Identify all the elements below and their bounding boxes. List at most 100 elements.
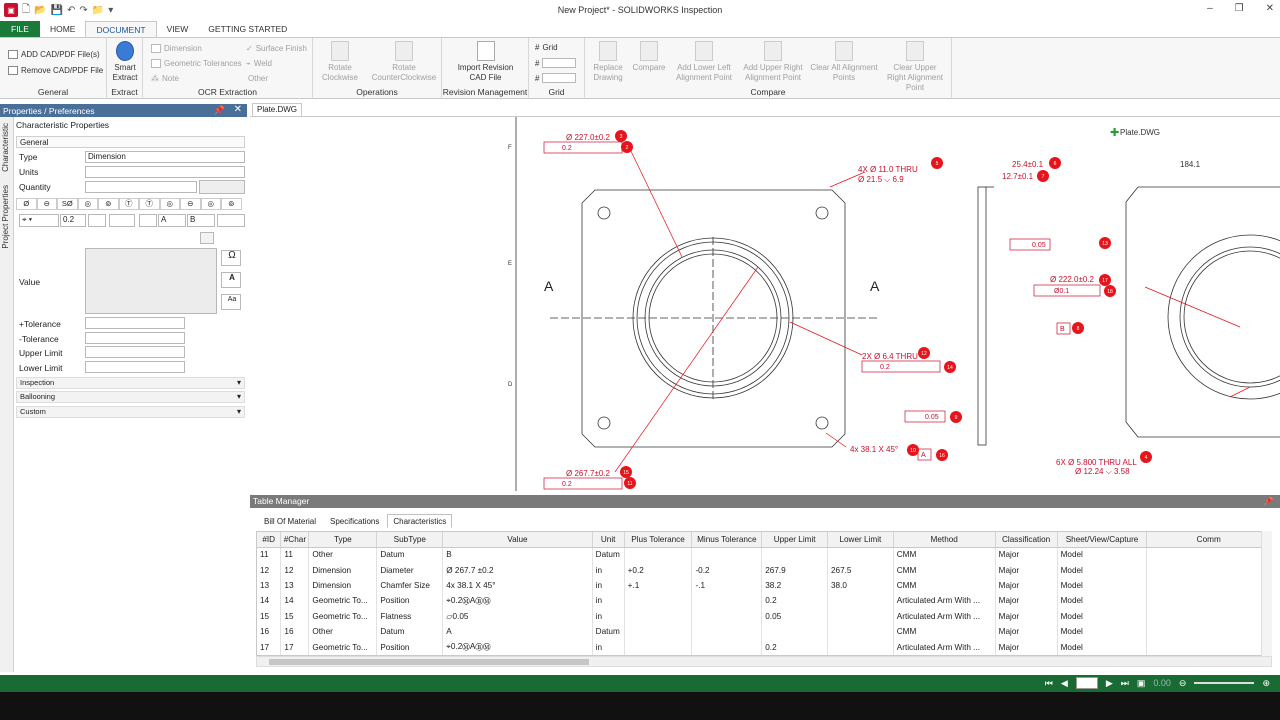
tab-project-properties[interactable]: Project Properties [1, 185, 10, 249]
table-cell[interactable] [624, 547, 693, 563]
save-icon[interactable]: 💾 [51, 5, 63, 16]
table-cell[interactable]: Ø 267.7 ±0.2 [442, 562, 593, 578]
table-cell[interactable] [624, 623, 693, 640]
pin-icon[interactable]: 📌 [214, 105, 225, 116]
table-cell[interactable]: CMM [893, 577, 996, 594]
add-lower-left-button[interactable]: Add Lower Left Alignment Point [673, 41, 735, 83]
symbol-button[interactable]: ⊖ [180, 198, 201, 210]
tab-bill-of-material[interactable]: Bill Of Material [258, 514, 322, 528]
dim-text[interactable]: 4X Ø 11.0 THRU [858, 165, 918, 174]
import-revision-button[interactable]: Import Revision CAD File [452, 41, 519, 83]
compare-button[interactable]: Compare [631, 41, 667, 73]
table-cell[interactable]: 17 [257, 639, 282, 655]
table-row[interactable]: 16 16 Other Datum A Datum CMM Major Model [257, 623, 1271, 640]
table-cell[interactable]: +0.2 [624, 562, 693, 578]
edit-icon[interactable] [200, 232, 214, 244]
column-header[interactable]: Sheet/View/Capture [1057, 532, 1148, 548]
table-cell[interactable]: 16 [280, 623, 310, 640]
value-field[interactable] [85, 248, 217, 314]
table-cell[interactable] [827, 608, 894, 624]
minus-tol-field[interactable] [85, 332, 185, 344]
table-cell[interactable]: Model [1057, 593, 1148, 609]
column-header[interactable]: Value [442, 532, 593, 548]
fit-icon[interactable]: ▣ [1137, 678, 1146, 689]
table-cell[interactable]: ⌖0.2ⓂAⒷⓂ [442, 593, 593, 609]
dim-text[interactable]: 25.4±0.1 [1012, 160, 1044, 169]
table-cell[interactable]: Major [995, 547, 1058, 563]
table-cell[interactable]: Model [1057, 547, 1148, 563]
table-cell[interactable] [691, 593, 763, 609]
omega-icon[interactable]: Ω [221, 250, 241, 266]
zoom-slider[interactable] [1194, 682, 1255, 684]
table-cell[interactable]: 16 [257, 623, 282, 640]
table-cell[interactable] [624, 608, 693, 624]
calculator-button[interactable] [199, 180, 245, 194]
column-header[interactable]: Upper Limit [761, 532, 828, 548]
restore-icon[interactable]: ❐ [1235, 3, 1244, 14]
ocr-note-button[interactable]: ⁂ Note [151, 74, 179, 83]
table-cell[interactable] [1146, 562, 1271, 578]
symbol-button[interactable]: ⊚ [221, 198, 242, 210]
table-cell[interactable]: 17 [280, 639, 310, 655]
column-header[interactable]: Plus Tolerance [624, 532, 693, 548]
column-header[interactable]: #ID [257, 532, 282, 548]
table-cell[interactable]: Articulated Arm With ... [893, 639, 996, 655]
table-cell[interactable]: 14 [257, 593, 282, 609]
table-cell[interactable]: -.1 [691, 577, 763, 594]
table-cell[interactable]: B [442, 547, 593, 563]
table-cell[interactable]: Other [308, 547, 378, 563]
pin-icon[interactable]: 📌 [1263, 495, 1274, 508]
add-upper-right-button[interactable]: Add Upper Right Alignment Point [741, 41, 805, 83]
table-cell[interactable]: Position [376, 593, 444, 609]
table-cell[interactable]: 15 [257, 608, 282, 624]
table-cell[interactable]: Articulated Arm With ... [893, 593, 996, 609]
column-header[interactable]: Classification [995, 532, 1058, 548]
table-cell[interactable]: 11 [280, 547, 310, 563]
tab-document[interactable]: DOCUMENT [85, 21, 157, 37]
table-cell[interactable]: Model [1057, 639, 1148, 655]
column-header[interactable]: Minus Tolerance [691, 532, 763, 548]
table-cell[interactable]: 0.2 [761, 639, 828, 655]
next-page-icon[interactable]: ▶ [1106, 678, 1113, 689]
column-header[interactable]: Comm [1146, 532, 1271, 548]
upper-limit-field[interactable] [85, 346, 185, 358]
table-cell[interactable]: Major [995, 623, 1058, 640]
table-cell[interactable] [1146, 547, 1271, 563]
table-cell[interactable]: CMM [893, 623, 996, 640]
first-page-icon[interactable]: ⏮ [1045, 678, 1053, 689]
minimize-icon[interactable]: – [1207, 3, 1213, 14]
table-cell[interactable]: Position [376, 639, 444, 655]
remove-file-button[interactable]: Remove CAD/PDF File [8, 66, 103, 75]
table-cell[interactable]: 267.5 [827, 562, 894, 578]
table-cell[interactable] [827, 623, 894, 640]
add-file-button[interactable]: ADD CAD/PDF File(s) [8, 50, 100, 59]
column-header[interactable]: Method [893, 532, 996, 548]
fcf-tolerance-field[interactable]: 0.2 [60, 214, 86, 227]
table-cell[interactable]: 38.0 [827, 577, 894, 594]
ocr-surface-button[interactable]: ✓ Surface Finish [246, 44, 307, 53]
type-select[interactable]: Dimension [85, 151, 245, 163]
rotate-ccw-button[interactable]: Rotate CounterClockwise [369, 41, 439, 83]
symbol-button[interactable]: ◎ [77, 198, 98, 210]
symbol-button[interactable]: ⊖ [36, 198, 57, 210]
fcf-datum3-field[interactable] [217, 214, 245, 227]
table-cell[interactable]: Model [1057, 608, 1148, 624]
symbol-button[interactable]: Ø [16, 198, 37, 210]
folder-icon[interactable]: 📁 [92, 5, 104, 16]
table-row[interactable]: 11 11 Other Datum B Datum CMM Major Model [257, 547, 1271, 563]
table-cell[interactable]: 11 [257, 547, 282, 563]
fcf-mod2-button[interactable] [139, 214, 157, 227]
font-size-icon[interactable]: Aa [221, 294, 241, 310]
table-cell[interactable]: Geometric To... [308, 608, 378, 624]
ocr-dimension-button[interactable]: Dimension [151, 44, 202, 53]
table-cell[interactable]: Diameter [376, 562, 444, 578]
replace-drawing-button[interactable]: Replace Drawing [591, 41, 625, 83]
table-cell[interactable]: in [592, 562, 625, 578]
open-icon[interactable]: 📂 [34, 5, 46, 16]
dim-text[interactable]: 4x 38.1 X 45° [850, 445, 898, 454]
table-cell[interactable]: Other [308, 623, 378, 640]
dim-text[interactable]: 12.7±0.1 [1002, 172, 1034, 181]
column-header[interactable]: SubType [376, 532, 444, 548]
table-cell[interactable]: Model [1057, 623, 1148, 640]
table-cell[interactable]: Model [1057, 562, 1148, 578]
